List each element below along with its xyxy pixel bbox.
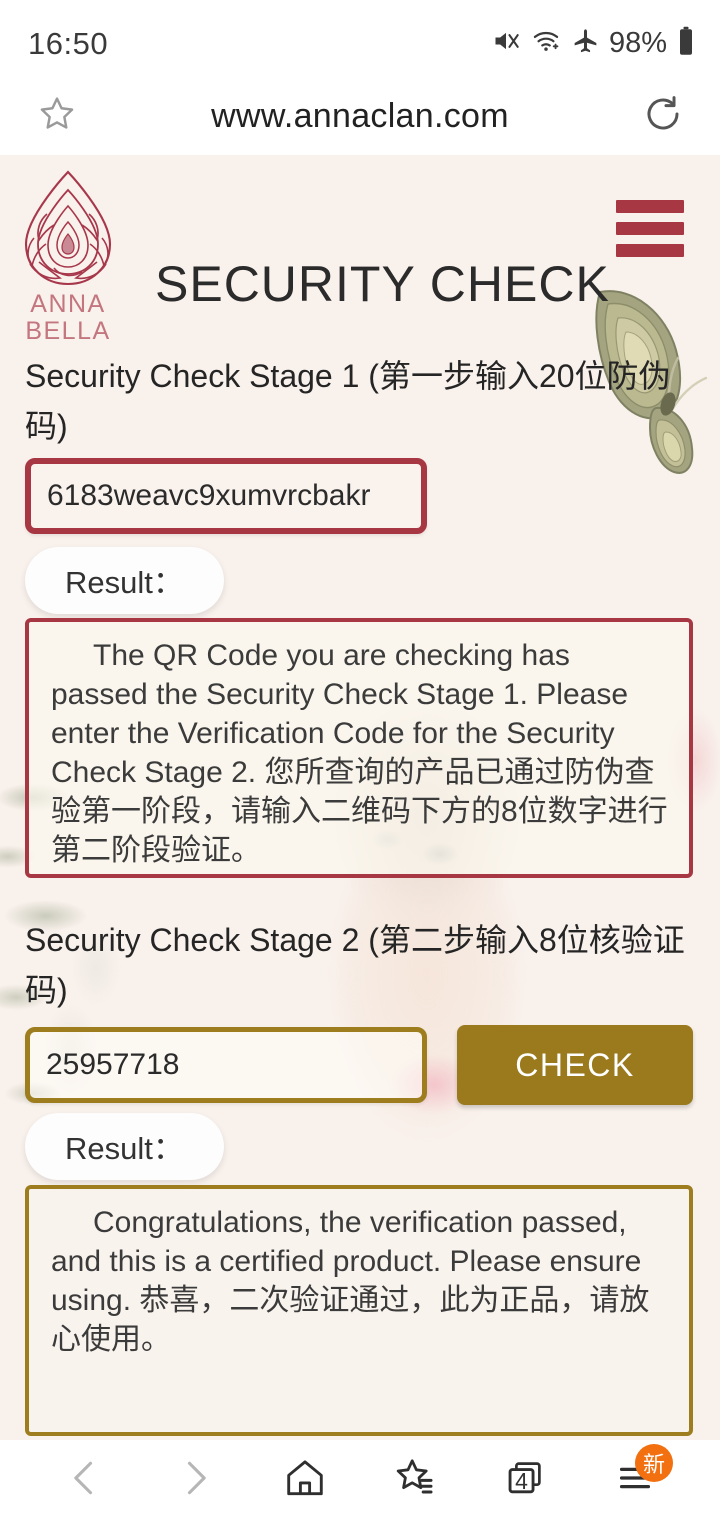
- stage2-verification-input[interactable]: 25957718: [25, 1027, 427, 1103]
- hamburger-menu-icon[interactable]: [616, 200, 684, 257]
- anna-bella-logo[interactable]: ANNA BELLA: [20, 168, 116, 344]
- hamburger-bar-2: [616, 222, 684, 235]
- stage2-result-label: Result：: [25, 1113, 224, 1180]
- reload-icon[interactable]: [642, 93, 684, 140]
- status-time: 16:50: [28, 26, 109, 61]
- stage2-label: Security Check Stage 2 (第二步输入8位核验证码): [25, 922, 685, 1008]
- url-text: www.annaclan.com: [211, 97, 509, 135]
- stage2-result-box: Congratulations, the verification passed…: [25, 1185, 693, 1436]
- stage1-result-box: The QR Code you are checking has passed …: [25, 618, 693, 878]
- check-button-label: CHECK: [515, 1046, 635, 1083]
- browser-url-bar[interactable]: www.annaclan.com: [0, 78, 720, 155]
- logo-brand-line1: ANNA: [30, 290, 106, 318]
- wifi-icon: [530, 27, 562, 60]
- phone-screen: 16:50 98% www.annaclan.com ANNA BELLA SE…: [0, 0, 720, 1520]
- nav-menu-button[interactable]: 新: [599, 1444, 673, 1516]
- tabs-count-label: 4: [515, 1468, 528, 1494]
- nav-bookmarks-button[interactable]: [379, 1444, 451, 1516]
- stage1-label: Security Check Stage 1 (第一步输入20位防伪码): [25, 358, 671, 444]
- stage2-verification-value: 25957718: [46, 1048, 180, 1081]
- stage2-result-text: Congratulations, the verification passed…: [51, 1206, 650, 1356]
- chevron-left-icon: [63, 1456, 107, 1505]
- mute-icon: [491, 27, 521, 60]
- star-icon[interactable]: [36, 93, 78, 140]
- stage1-result-label: Result：: [25, 547, 224, 614]
- nav-tabs-button[interactable]: 4: [489, 1444, 561, 1516]
- home-icon: [282, 1455, 328, 1506]
- airplane-mode-icon: [571, 27, 600, 60]
- stage1-code-input[interactable]: 6183weavc9xumvrcbakr: [25, 458, 427, 534]
- logo-brand-line2: BELLA: [25, 317, 111, 345]
- check-button[interactable]: CHECK: [457, 1025, 693, 1105]
- menu-new-badge: 新: [635, 1444, 673, 1482]
- page-title: SECURITY CHECK: [155, 256, 610, 312]
- hamburger-bar-3: [616, 244, 684, 257]
- hamburger-bar-1: [616, 200, 684, 213]
- status-icons: 98%: [491, 26, 696, 61]
- battery-icon: [676, 26, 696, 61]
- nav-forward-button[interactable]: [159, 1444, 231, 1516]
- web-page-content: ANNA BELLA SECURITY CHECK Security Check…: [0, 155, 720, 1440]
- nav-home-button[interactable]: [269, 1444, 341, 1516]
- stage1-result-text: The QR Code you are checking has passed …: [51, 639, 668, 867]
- stage1-code-value: 6183weavc9xumvrcbakr: [47, 479, 371, 512]
- browser-bottom-nav: 4 新: [0, 1440, 720, 1520]
- battery-percentage: 98%: [608, 27, 667, 59]
- chevron-right-icon: [173, 1456, 217, 1505]
- lotus-teardrop-logo-icon: [24, 170, 112, 286]
- status-bar: 16:50 98%: [0, 0, 720, 78]
- bookmarks-star-icon: [391, 1454, 439, 1507]
- nav-back-button[interactable]: [49, 1444, 121, 1516]
